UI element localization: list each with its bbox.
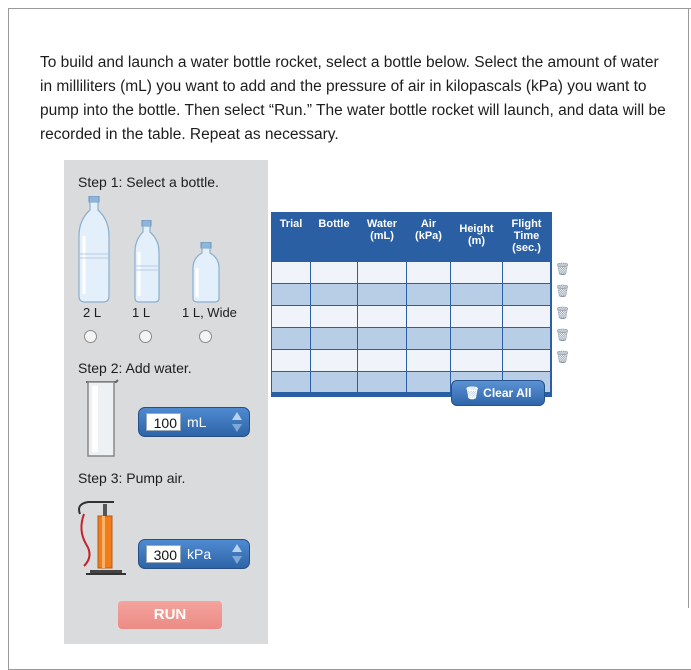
clear-all-button[interactable]: 🗑 Clear All: [451, 380, 545, 406]
table-cell: [503, 328, 550, 349]
table-cell: [358, 284, 406, 305]
table-cell: [311, 284, 357, 305]
table-cell: [311, 262, 357, 283]
table-cell: [407, 262, 450, 283]
table-cell: [311, 350, 357, 371]
table-cell: [358, 306, 406, 327]
graduated-cylinder-icon: [86, 379, 119, 457]
table-cell: [358, 350, 406, 371]
table-cell: [503, 262, 550, 283]
table-cell: [407, 306, 450, 327]
header-air: Air (kPa): [415, 218, 442, 242]
up-down-arrows-icon[interactable]: [231, 410, 243, 434]
table-cell: [272, 306, 310, 327]
table-cell: [272, 372, 310, 392]
bottle-2l-icon[interactable]: [76, 196, 112, 304]
up-down-arrows-icon[interactable]: [231, 542, 243, 566]
bottle-1l-radio[interactable]: [139, 330, 152, 343]
delete-row-trash-icon[interactable]: 🗑: [555, 284, 570, 298]
frame-right-border: [688, 8, 689, 608]
table-cell: [272, 284, 310, 305]
trash-icon: 🗑: [464, 386, 480, 400]
table-cell: [503, 284, 550, 305]
step2-label: Step 2: Add water.: [78, 360, 192, 376]
step3-label: Step 3: Pump air.: [78, 470, 186, 486]
data-table: Trial Bottle Water (mL) Air (kPa) Height (m…: [271, 212, 552, 397]
header-flight-time: Flight Time (sec.): [511, 218, 542, 254]
table-cell: [407, 284, 450, 305]
water-amount-input[interactable]: 100: [146, 413, 181, 431]
table-cell: [272, 262, 310, 283]
table-cell: [451, 284, 502, 305]
clear-all-label: Clear All: [483, 386, 532, 400]
table-cell: [358, 262, 406, 283]
table-cell: [311, 328, 357, 349]
step1-label: Step 1: Select a bottle.: [78, 174, 219, 190]
table-cell: [311, 306, 357, 327]
air-pump-icon: [78, 501, 126, 575]
table-cell: [358, 372, 406, 392]
bottle-2l-radio[interactable]: [84, 330, 97, 343]
air-unit-label: kPa: [187, 546, 212, 562]
table-cell: [407, 350, 450, 371]
table-cell: [451, 328, 502, 349]
delete-row-trash-icon[interactable]: 🗑: [555, 350, 570, 364]
control-panel: Step 1: Select a bottle. 2 L 1 L 1 L, Wi…: [64, 160, 268, 644]
bottle-1l-label: 1 L: [132, 305, 151, 320]
delete-row-trash-icon[interactable]: 🗑: [555, 262, 570, 276]
table-cell: [272, 328, 310, 349]
table-cell: [451, 306, 502, 327]
table-cell: [451, 350, 502, 371]
water-unit-label: mL: [187, 414, 207, 430]
bottle-2l-label: 2 L: [83, 305, 102, 320]
table-cell: [407, 328, 450, 349]
delete-row-trash-icon[interactable]: 🗑: [555, 328, 570, 342]
table-cell: [451, 262, 502, 283]
delete-row-trash-icon[interactable]: 🗑: [555, 306, 570, 320]
bottle-1l-wide-radio[interactable]: [199, 330, 212, 343]
instructions-text: To build and launch a water bottle rocke…: [40, 54, 666, 143]
header-height: Height (m): [459, 223, 494, 247]
table-cell: [311, 372, 357, 392]
header-trial: Trial: [279, 218, 303, 230]
air-pressure-input[interactable]: 300: [146, 545, 181, 563]
header-bottle: Bottle: [318, 218, 350, 230]
table-cell: [407, 372, 450, 392]
bottle-1l-wide-label: 1 L, Wide: [182, 305, 237, 320]
table-cell: [503, 350, 550, 371]
air-pressure-spinner[interactable]: 300 kPa: [138, 539, 250, 569]
table-cell: [503, 306, 550, 327]
table-cell: [272, 350, 310, 371]
table-cell: [358, 328, 406, 349]
run-button[interactable]: RUN: [118, 601, 222, 629]
bottle-1l-wide-icon[interactable]: [191, 242, 221, 304]
bottle-1l-icon[interactable]: [133, 220, 161, 304]
water-amount-spinner[interactable]: 100 mL: [138, 407, 250, 437]
header-water: Water (mL): [366, 218, 398, 242]
